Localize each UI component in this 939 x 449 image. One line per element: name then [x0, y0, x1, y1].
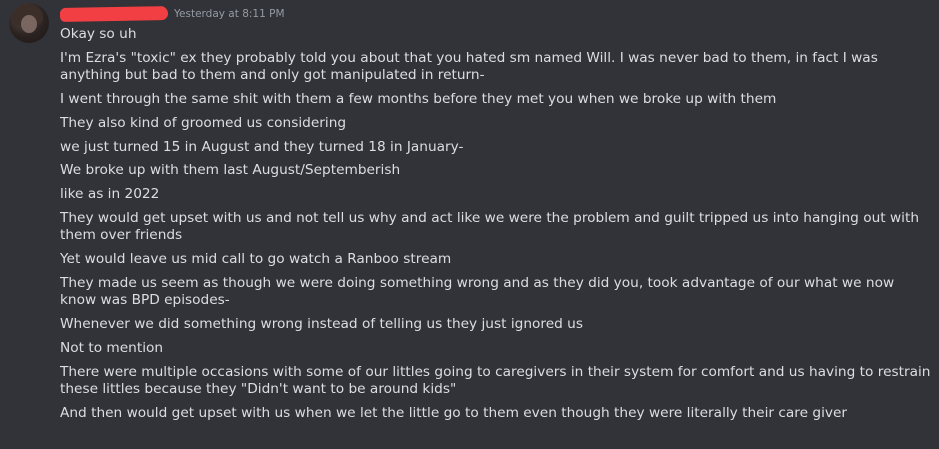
message-group: Yesterday at 8:11 PM Okay so uh I'm Ezra… [0, 0, 939, 449]
message-line: We broke up with them last August/Septem… [60, 162, 401, 179]
message-line: Whenever we did something wrong instead … [60, 315, 583, 332]
message-line: They also kind of groomed us considering [60, 114, 347, 131]
message-timestamp[interactable]: Yesterday at 8:11 PM [174, 8, 285, 20]
message-line: And then would get upset with us when we… [60, 404, 848, 421]
message-line: They would get upset with us and not tel… [60, 210, 920, 244]
message-line: Okay so uh [60, 26, 137, 42]
message-line: we just turned 15 in August and they tur… [60, 138, 464, 155]
message-line: Not to mention [60, 339, 164, 356]
message-line: Yet would leave us mid call to go watch … [60, 251, 452, 268]
message-lines: Okay so uh I'm Ezra's "toxic" ex they pr… [60, 26, 932, 428]
message-header: Yesterday at 8:11 PM [59, 4, 285, 24]
message-line: I went through the same shit with them a… [60, 90, 777, 107]
message-line: There were multiple occasions with some … [60, 363, 931, 397]
message-line: I'm Ezra's "toxic" ex they probably told… [60, 49, 878, 83]
user-avatar[interactable] [9, 3, 49, 43]
message-line: like as in 2022 [60, 186, 160, 203]
message-line: They made us seem as though we were doin… [60, 275, 895, 309]
redacted-username[interactable] [59, 6, 169, 22]
avatar-face [21, 15, 37, 33]
